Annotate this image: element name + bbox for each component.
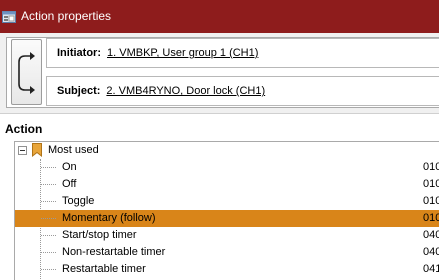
action-section-title: Action bbox=[5, 122, 43, 136]
initiator-link[interactable]: 1. VMBKP, User group 1 (CH1) bbox=[107, 47, 258, 59]
tree-item-toggle[interactable]: Toggle 0103 bbox=[15, 193, 439, 210]
initiator-row: Initiator: 1. VMBKP, User group 1 (CH1) bbox=[46, 38, 439, 68]
tree-item-restartable-timer[interactable]: Restartable timer 0412 bbox=[15, 261, 439, 278]
tree-item-on[interactable]: On 0101 bbox=[15, 159, 439, 176]
tree-item-label: Off bbox=[62, 178, 77, 190]
initiator-label: Initiator: bbox=[57, 47, 101, 59]
tree-item-label: On bbox=[62, 161, 77, 173]
tree-item-code: 0102 bbox=[423, 178, 439, 190]
tree-item-start-stop-timer[interactable]: Start/stop timer 0405 bbox=[15, 227, 439, 244]
tree-item-momentary-follow[interactable]: Momentary (follow) 0104 bbox=[15, 210, 439, 227]
tree-item-code: 0405 bbox=[423, 229, 439, 241]
swap-button[interactable] bbox=[11, 39, 42, 105]
tree-item-label: Restartable timer bbox=[62, 263, 146, 275]
subject-link[interactable]: 2. VMB4RYNO, Door lock (CH1) bbox=[106, 85, 265, 97]
subject-label: Subject: bbox=[57, 85, 101, 97]
tree-item-code: 0407 bbox=[423, 246, 439, 258]
window-title: Action properties bbox=[21, 9, 112, 23]
tree-item-label: Start/stop timer bbox=[62, 229, 137, 241]
collapse-toggle-icon[interactable] bbox=[18, 146, 27, 155]
tree-group-most-used[interactable]: Most used bbox=[15, 142, 439, 159]
tree-item-code: 0103 bbox=[423, 195, 439, 207]
tree-item-non-restartable-timer[interactable]: Non-restartable timer 0407 bbox=[15, 244, 439, 261]
tree-item-code: 0101 bbox=[423, 161, 439, 173]
subject-row: Subject: 2. VMB4RYNO, Door lock (CH1) bbox=[46, 76, 439, 106]
tree-item-off[interactable]: Off 0102 bbox=[15, 176, 439, 193]
tree-item-code: 0104 bbox=[423, 212, 439, 224]
tree-item-label: Toggle bbox=[62, 195, 95, 207]
bookmark-icon bbox=[32, 143, 42, 157]
action-tree[interactable]: Most used On 0101 Off 0102 Toggle 0103 M… bbox=[14, 141, 439, 280]
swap-arrows-icon bbox=[18, 52, 35, 94]
tree-item-label: Non-restartable timer bbox=[62, 246, 166, 258]
tree-group-label: Most used bbox=[48, 144, 99, 156]
tree-item-code: 0412 bbox=[423, 263, 439, 275]
tree-item-label: Momentary (follow) bbox=[62, 212, 156, 224]
window-titlebar: Action properties bbox=[0, 0, 439, 33]
window-app-icon bbox=[2, 11, 16, 23]
